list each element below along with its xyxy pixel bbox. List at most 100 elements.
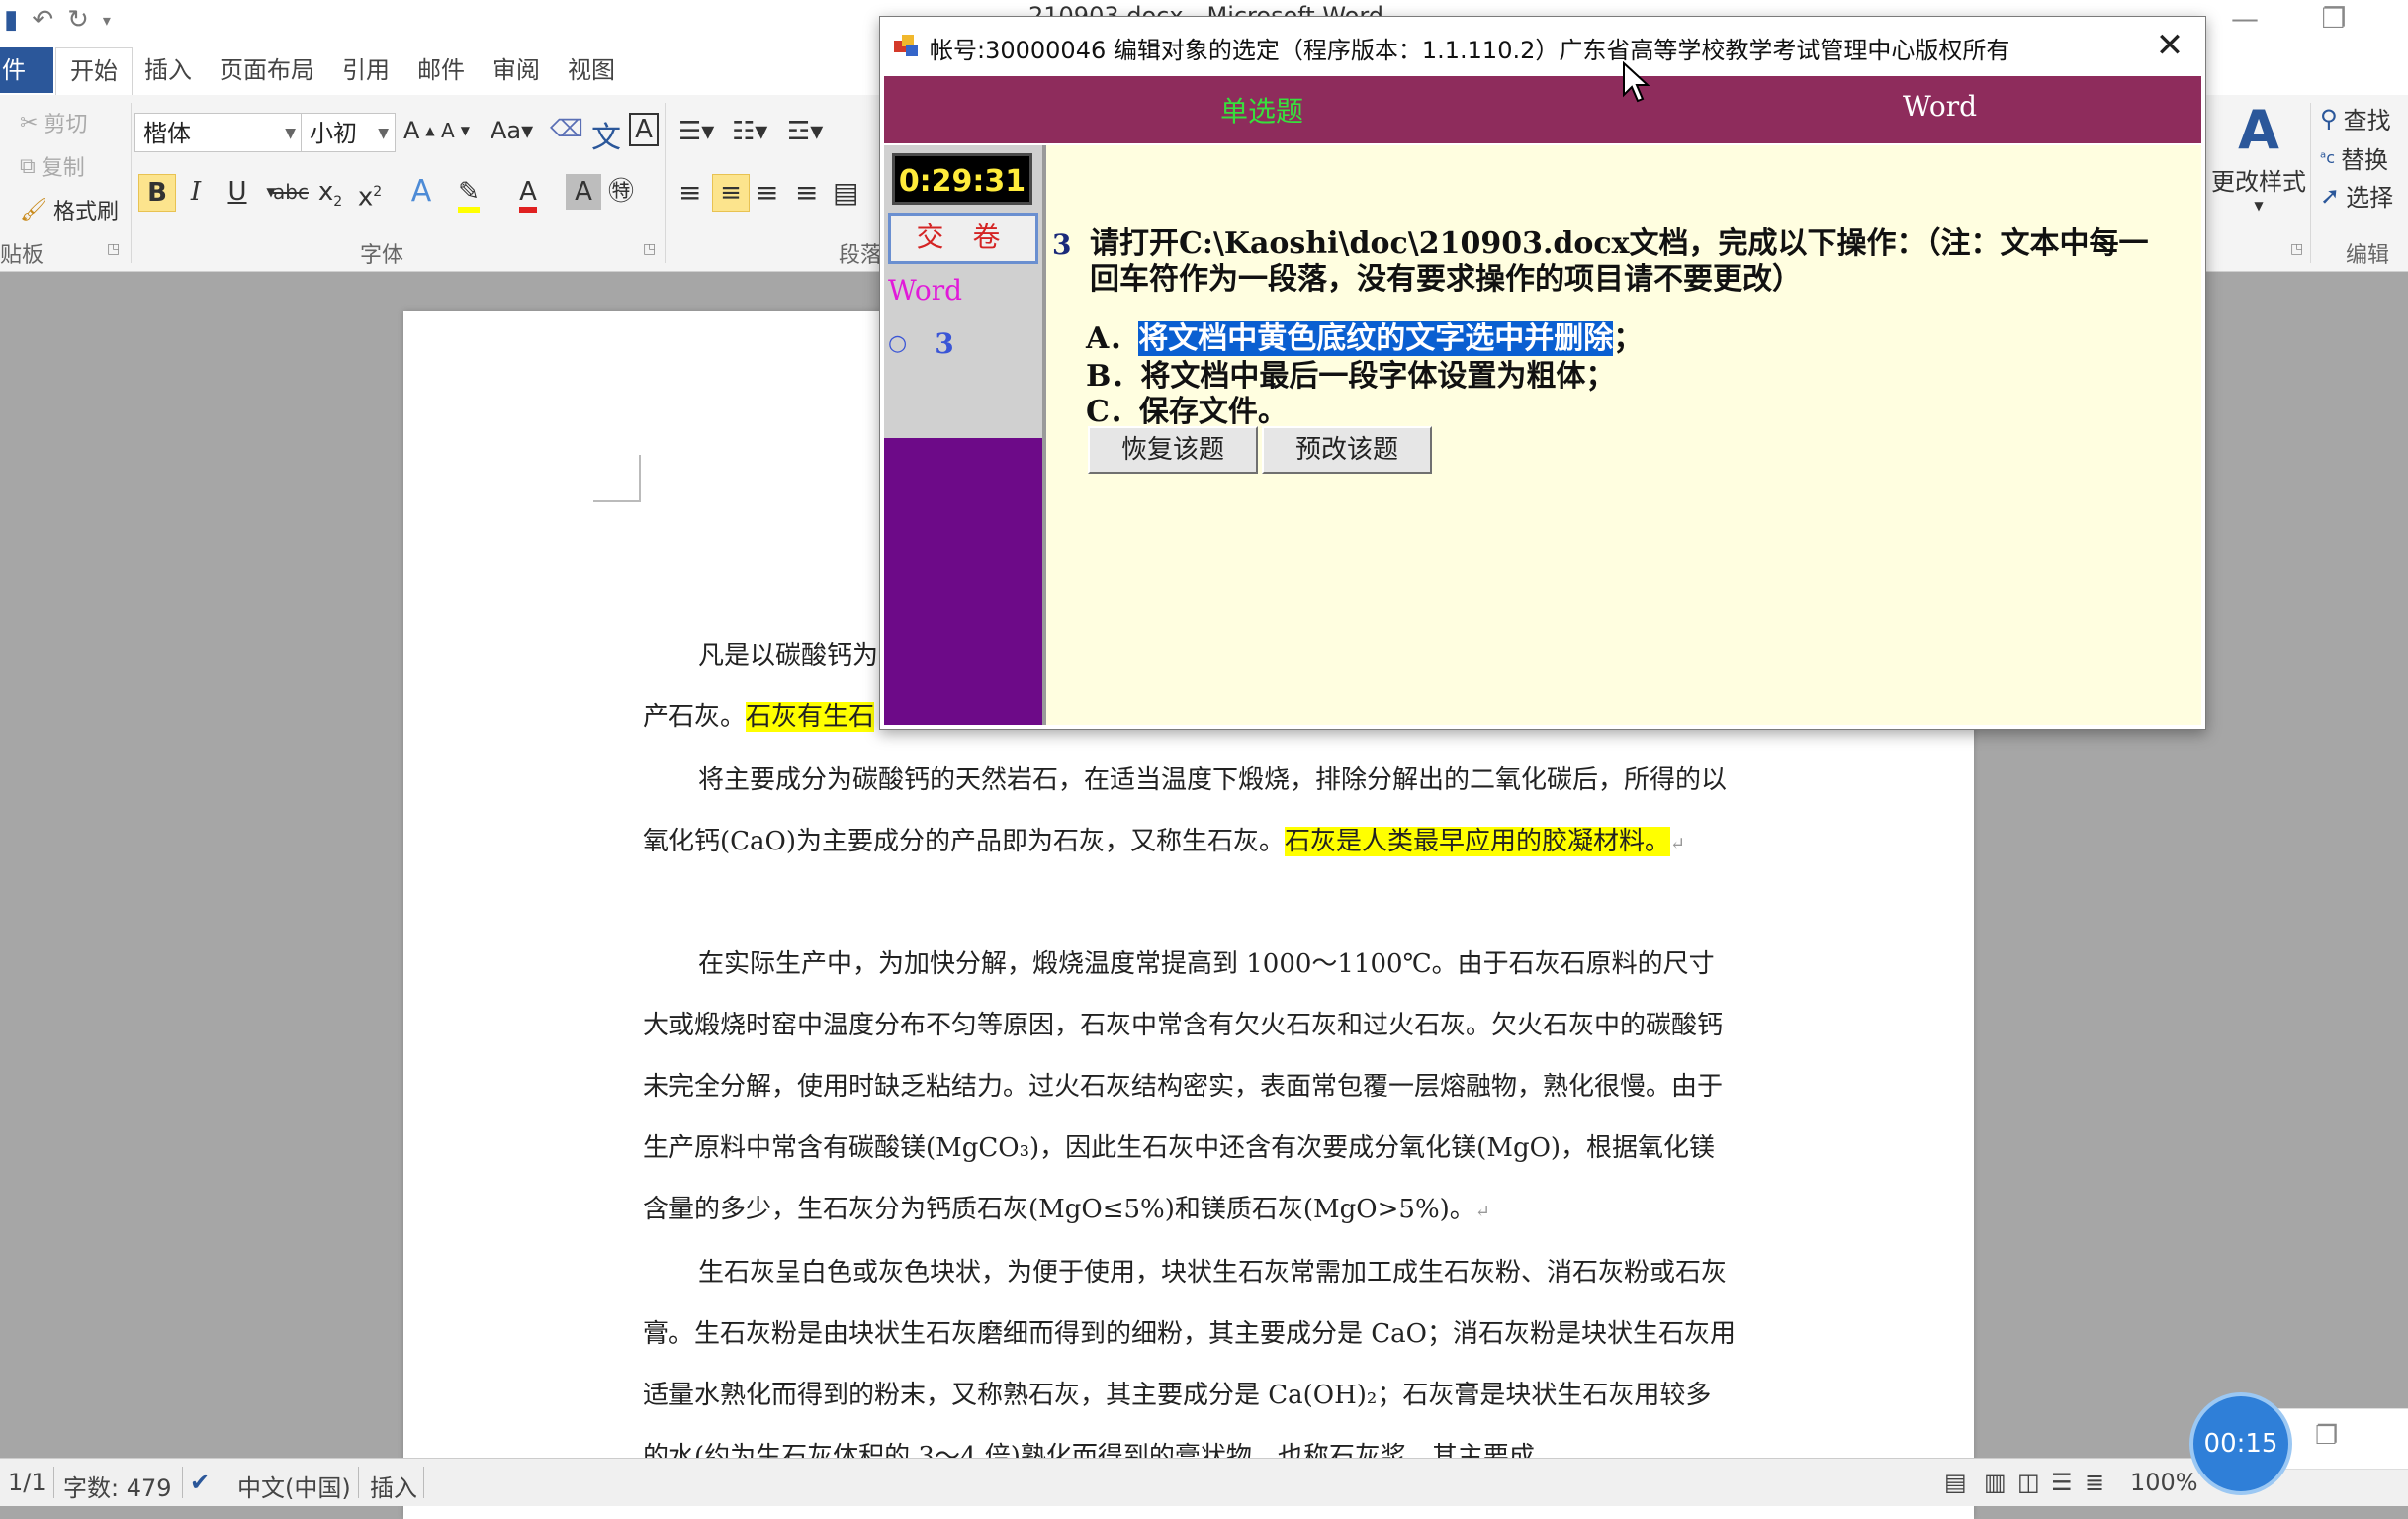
highlighted-text: 石灰有生石 <box>746 702 875 732</box>
tab-insert[interactable]: 插入 <box>131 47 206 93</box>
char-border-icon[interactable]: A <box>629 113 659 146</box>
font-launcher-icon[interactable]: ◳ <box>643 241 656 257</box>
radio-icon[interactable]: ○ <box>888 331 907 356</box>
select-button[interactable]: ➚ 选择 <box>2320 178 2393 213</box>
group-divider <box>131 103 132 263</box>
justify-icon[interactable]: ≡ <box>795 176 818 209</box>
shrink-font-icon[interactable]: A ▼ <box>441 119 470 142</box>
font-color-icon[interactable]: A <box>510 174 546 213</box>
underline-button[interactable]: U <box>220 174 255 210</box>
full-screen-reading-icon[interactable]: ▥ <box>1984 1469 2007 1496</box>
zoom-level[interactable]: 100% <box>2130 1469 2198 1496</box>
recorder-timer[interactable]: 00:15 <box>2189 1392 2292 1495</box>
italic-button[interactable]: I <box>178 174 214 210</box>
paragraph-2[interactable]: 将主要成分为碳酸钙的天然岩石，在适当温度下煅烧，排除分解出的二氧化碳后，所得的以… <box>643 750 1737 875</box>
chevron-down-icon: ▼ <box>2254 199 2264 213</box>
find-button[interactable]: ⚲ 查找 <box>2320 101 2391 135</box>
status-divider <box>53 1467 54 1498</box>
font-size-combo[interactable]: 小初 ▼ <box>301 113 396 152</box>
copy-icon: ⧉ <box>20 153 36 179</box>
numbered-list-icon[interactable]: ☷▾ <box>732 117 767 146</box>
question-banner: 单选题 Word <box>884 76 2201 143</box>
distributed-icon[interactable]: ▤ <box>833 176 858 209</box>
redo-icon[interactable]: ↻ <box>67 5 89 35</box>
align-center-button[interactable]: ≡ <box>712 174 750 212</box>
cut-button[interactable]: ✂ 剪切 <box>20 107 87 138</box>
text-effects-icon[interactable]: A <box>403 174 439 210</box>
bullet-list-icon[interactable]: ☰▾ <box>678 117 714 146</box>
tab-review[interactable]: 审阅 <box>479 47 554 93</box>
language-indicator[interactable]: 中文(中国) <box>237 1469 351 1503</box>
tab-view[interactable]: 视图 <box>554 47 629 93</box>
strikethrough-button[interactable]: abc <box>273 174 309 210</box>
word-count[interactable]: 字数: 479 <box>63 1469 172 1503</box>
preview-question-button[interactable]: 预改该题 <box>1262 426 1432 474</box>
option-c: C．保存文件。 <box>1086 395 1288 429</box>
paragraph-mark-icon: ↵ <box>1670 834 1686 854</box>
change-styles-button[interactable]: A 更改样式 ▼ <box>2211 101 2306 214</box>
replace-button[interactable]: ᵃc 替换 <box>2320 140 2388 175</box>
enclose-char-icon[interactable]: ㊕ <box>603 174 639 210</box>
styles-launcher-icon[interactable]: ◳ <box>2290 241 2303 257</box>
tab-file[interactable]: 件 <box>0 47 53 93</box>
web-layout-icon[interactable]: ◫ <box>2017 1469 2040 1496</box>
submit-exam-button[interactable]: 交 卷 <box>888 213 1038 264</box>
multilevel-list-icon[interactable]: ☲▾ <box>787 117 823 146</box>
phonetic-guide-icon[interactable]: 文 <box>591 113 621 156</box>
mouse-pointer-icon <box>1623 61 1650 103</box>
question-selector[interactable]: ○ 3 <box>888 327 954 360</box>
dialog-title-bar[interactable]: 帐号:30000046 编辑对象的选定（程序版本：1.1.110.2）广东省高等… <box>880 17 2205 76</box>
tab-mailings[interactable]: 邮件 <box>403 47 479 93</box>
question-number-link[interactable]: 3 <box>935 327 953 360</box>
close-icon[interactable]: ✕ <box>2148 23 2191 68</box>
app-icon <box>894 35 918 56</box>
question-type-label: 单选题 <box>1220 95 1304 128</box>
change-case-icon[interactable]: Aa▾ <box>491 117 533 144</box>
align-left-icon[interactable]: ≡ <box>678 176 701 209</box>
clipboard-launcher-icon[interactable]: ◳ <box>107 241 120 257</box>
undo-icon[interactable]: ↶ <box>32 5 53 35</box>
save-icon[interactable]: ▮ <box>4 5 18 35</box>
highlighter-icon[interactable]: ✎ <box>451 174 487 213</box>
copy-button[interactable]: ⧉ 复制 <box>20 150 85 182</box>
superscript-button[interactable]: x2 <box>352 174 388 213</box>
status-divider <box>423 1467 424 1498</box>
status-divider <box>182 1467 183 1498</box>
font-family-combo[interactable]: 楷体 ▼ <box>134 113 303 152</box>
tab-home[interactable]: 开始 <box>55 47 133 96</box>
editing-group-label: 编辑 <box>2346 243 2390 268</box>
outline-icon[interactable]: ☰ <box>2051 1469 2073 1496</box>
tab-references[interactable]: 引用 <box>328 47 403 93</box>
binoculars-icon: ⚲ <box>2320 104 2338 133</box>
proofing-icon[interactable]: ✔ <box>190 1469 210 1496</box>
restore-window-icon[interactable]: ❐ <box>2314 2 2354 38</box>
tab-page-layout[interactable]: 页面布局 <box>206 47 328 93</box>
format-painter-button[interactable]: 🖌 格式刷 <box>20 194 119 225</box>
grow-font-icon[interactable]: A ▲ <box>403 117 435 144</box>
paragraph-3[interactable]: 在实际生产中，为加快分解，煅烧温度常提高到 1000～1100℃。由于石灰石原料… <box>643 934 1737 1243</box>
question-panel: 3 请打开C:\Kaoshi\doc\210903.docx文档，完成以下操作：… <box>1046 145 2201 725</box>
scissors-icon: ✂ <box>20 110 39 135</box>
minimize-icon[interactable]: — <box>2225 2 2265 38</box>
brush-icon: 🖌 <box>20 197 47 223</box>
margin-corner-mark <box>593 455 641 502</box>
paragraph-4[interactable]: 生石灰呈白色或灰色块状，为便于使用，块状生石灰常需加工成生石灰粉、消石灰粉或石灰… <box>643 1242 1737 1487</box>
restore-question-button[interactable]: 恢复该题 <box>1088 426 1258 474</box>
status-divider <box>358 1467 359 1498</box>
page-count[interactable]: 1/1 <box>8 1469 46 1496</box>
draft-icon[interactable]: ≣ <box>2085 1469 2104 1496</box>
char-shading-icon[interactable]: A <box>566 174 601 210</box>
bold-button[interactable]: B <box>138 174 176 212</box>
restore-window-icon[interactable]: ❐ <box>2315 1421 2338 1451</box>
insert-mode-indicator[interactable]: 插入 <box>370 1469 417 1503</box>
subscript-button[interactable]: x2 <box>312 174 348 210</box>
clear-format-icon[interactable]: ⌫ <box>550 115 583 142</box>
qat-customize-icon[interactable]: ▾ <box>103 11 111 30</box>
group-divider <box>665 103 666 263</box>
align-right-icon[interactable]: ≡ <box>756 176 778 209</box>
print-layout-icon[interactable]: ▤ <box>1944 1469 1967 1496</box>
paragraph-mark-icon: ↵ <box>1474 1202 1490 1222</box>
subject-label: Word <box>1903 90 1978 123</box>
countdown-timer: 0:29:31 <box>892 153 1032 205</box>
cursor-arrow-icon: ➚ <box>2320 181 2341 210</box>
